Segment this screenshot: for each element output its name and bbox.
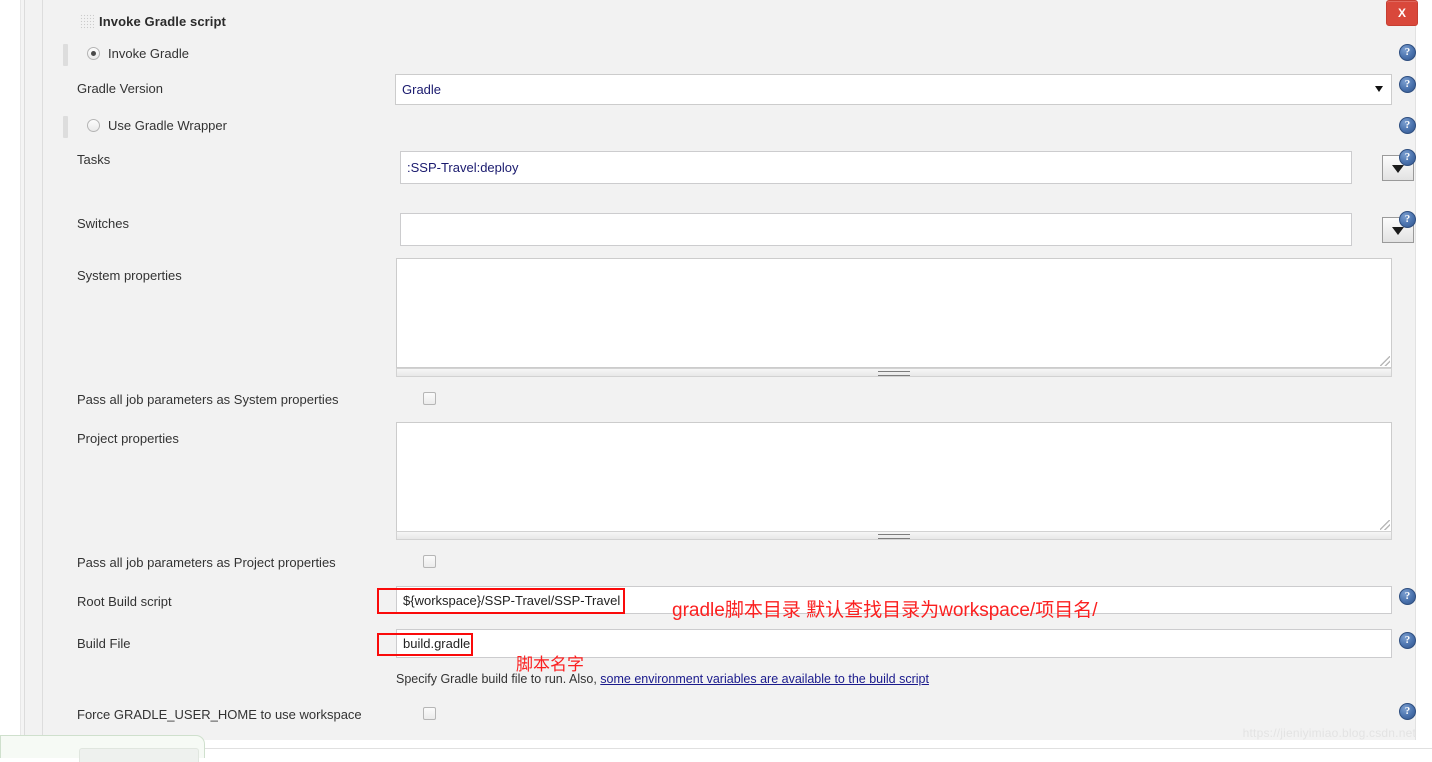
help-icon[interactable] xyxy=(1399,117,1416,134)
label-gradle-version: Gradle Version xyxy=(77,81,163,96)
environment-variables-link[interactable]: some environment variables are available… xyxy=(600,672,929,686)
radio-invoke-gradle-label: Invoke Gradle xyxy=(108,46,189,61)
system-properties-textarea[interactable] xyxy=(396,258,1392,368)
gradle-version-select[interactable]: Gradle xyxy=(395,74,1392,105)
radio-invoke-gradle[interactable] xyxy=(87,47,100,60)
label-pass-system-properties: Pass all job parameters as System proper… xyxy=(77,392,339,407)
label-root-build-script: Root Build script xyxy=(77,594,172,609)
system-properties-resize-bar[interactable] xyxy=(396,368,1392,377)
help-icon[interactable] xyxy=(1399,76,1416,93)
help-icon[interactable] xyxy=(1399,44,1416,61)
project-properties-resize-bar[interactable] xyxy=(396,531,1392,540)
annotation-root-build-script: gradle脚本目录 默认查找目录为workspace/项目名/ xyxy=(672,600,1098,621)
tasks-input[interactable] xyxy=(400,151,1352,184)
close-button[interactable]: X xyxy=(1386,0,1418,26)
help-icon[interactable] xyxy=(1399,149,1416,166)
pass-system-properties-checkbox[interactable] xyxy=(423,392,436,405)
build-file-help-text: Specify Gradle build file to run. Also, … xyxy=(396,672,929,686)
help-icon[interactable] xyxy=(1399,703,1416,720)
bottom-divider xyxy=(205,748,1432,749)
bottom-action-bar xyxy=(0,735,205,762)
help-icon[interactable] xyxy=(1399,588,1416,605)
watermark: https://jieniyimiao.blog.csdn.net xyxy=(1242,726,1416,740)
build-step-panel: Invoke Gradle script X Invoke Gradle Gra… xyxy=(24,0,1418,740)
label-system-properties: System properties xyxy=(77,268,182,283)
bottom-action-bar-inner xyxy=(79,748,199,762)
help-icon[interactable] xyxy=(1399,632,1416,649)
page-root: Invoke Gradle script X Invoke Gradle Gra… xyxy=(0,0,1432,762)
radio-group-indicator-1 xyxy=(63,44,68,66)
label-project-properties: Project properties xyxy=(77,431,179,446)
left-gutter-outer xyxy=(0,0,20,758)
drag-handle-icon[interactable] xyxy=(80,14,94,30)
label-tasks: Tasks xyxy=(77,152,111,167)
pass-project-properties-checkbox[interactable] xyxy=(423,555,436,568)
help-icon[interactable] xyxy=(1399,211,1416,228)
radio-use-gradle-wrapper-label: Use Gradle Wrapper xyxy=(108,118,227,133)
annotation-build-file: 脚本名字 xyxy=(516,655,584,674)
label-build-file: Build File xyxy=(77,636,131,651)
panel-title: Invoke Gradle script xyxy=(99,14,226,29)
switches-input[interactable] xyxy=(400,213,1352,246)
label-pass-project-properties: Pass all job parameters as Project prope… xyxy=(77,555,336,570)
force-gradle-user-home-checkbox[interactable] xyxy=(423,707,436,720)
label-switches: Switches xyxy=(77,216,130,231)
build-step-panel-inner: Invoke Gradle script X Invoke Gradle Gra… xyxy=(42,0,1418,740)
radio-group-indicator-2 xyxy=(63,116,68,138)
radio-use-gradle-wrapper[interactable] xyxy=(87,119,100,132)
project-properties-textarea[interactable] xyxy=(396,422,1392,532)
label-force-gradle-user-home: Force GRADLE_USER_HOME to use workspace xyxy=(77,707,362,722)
